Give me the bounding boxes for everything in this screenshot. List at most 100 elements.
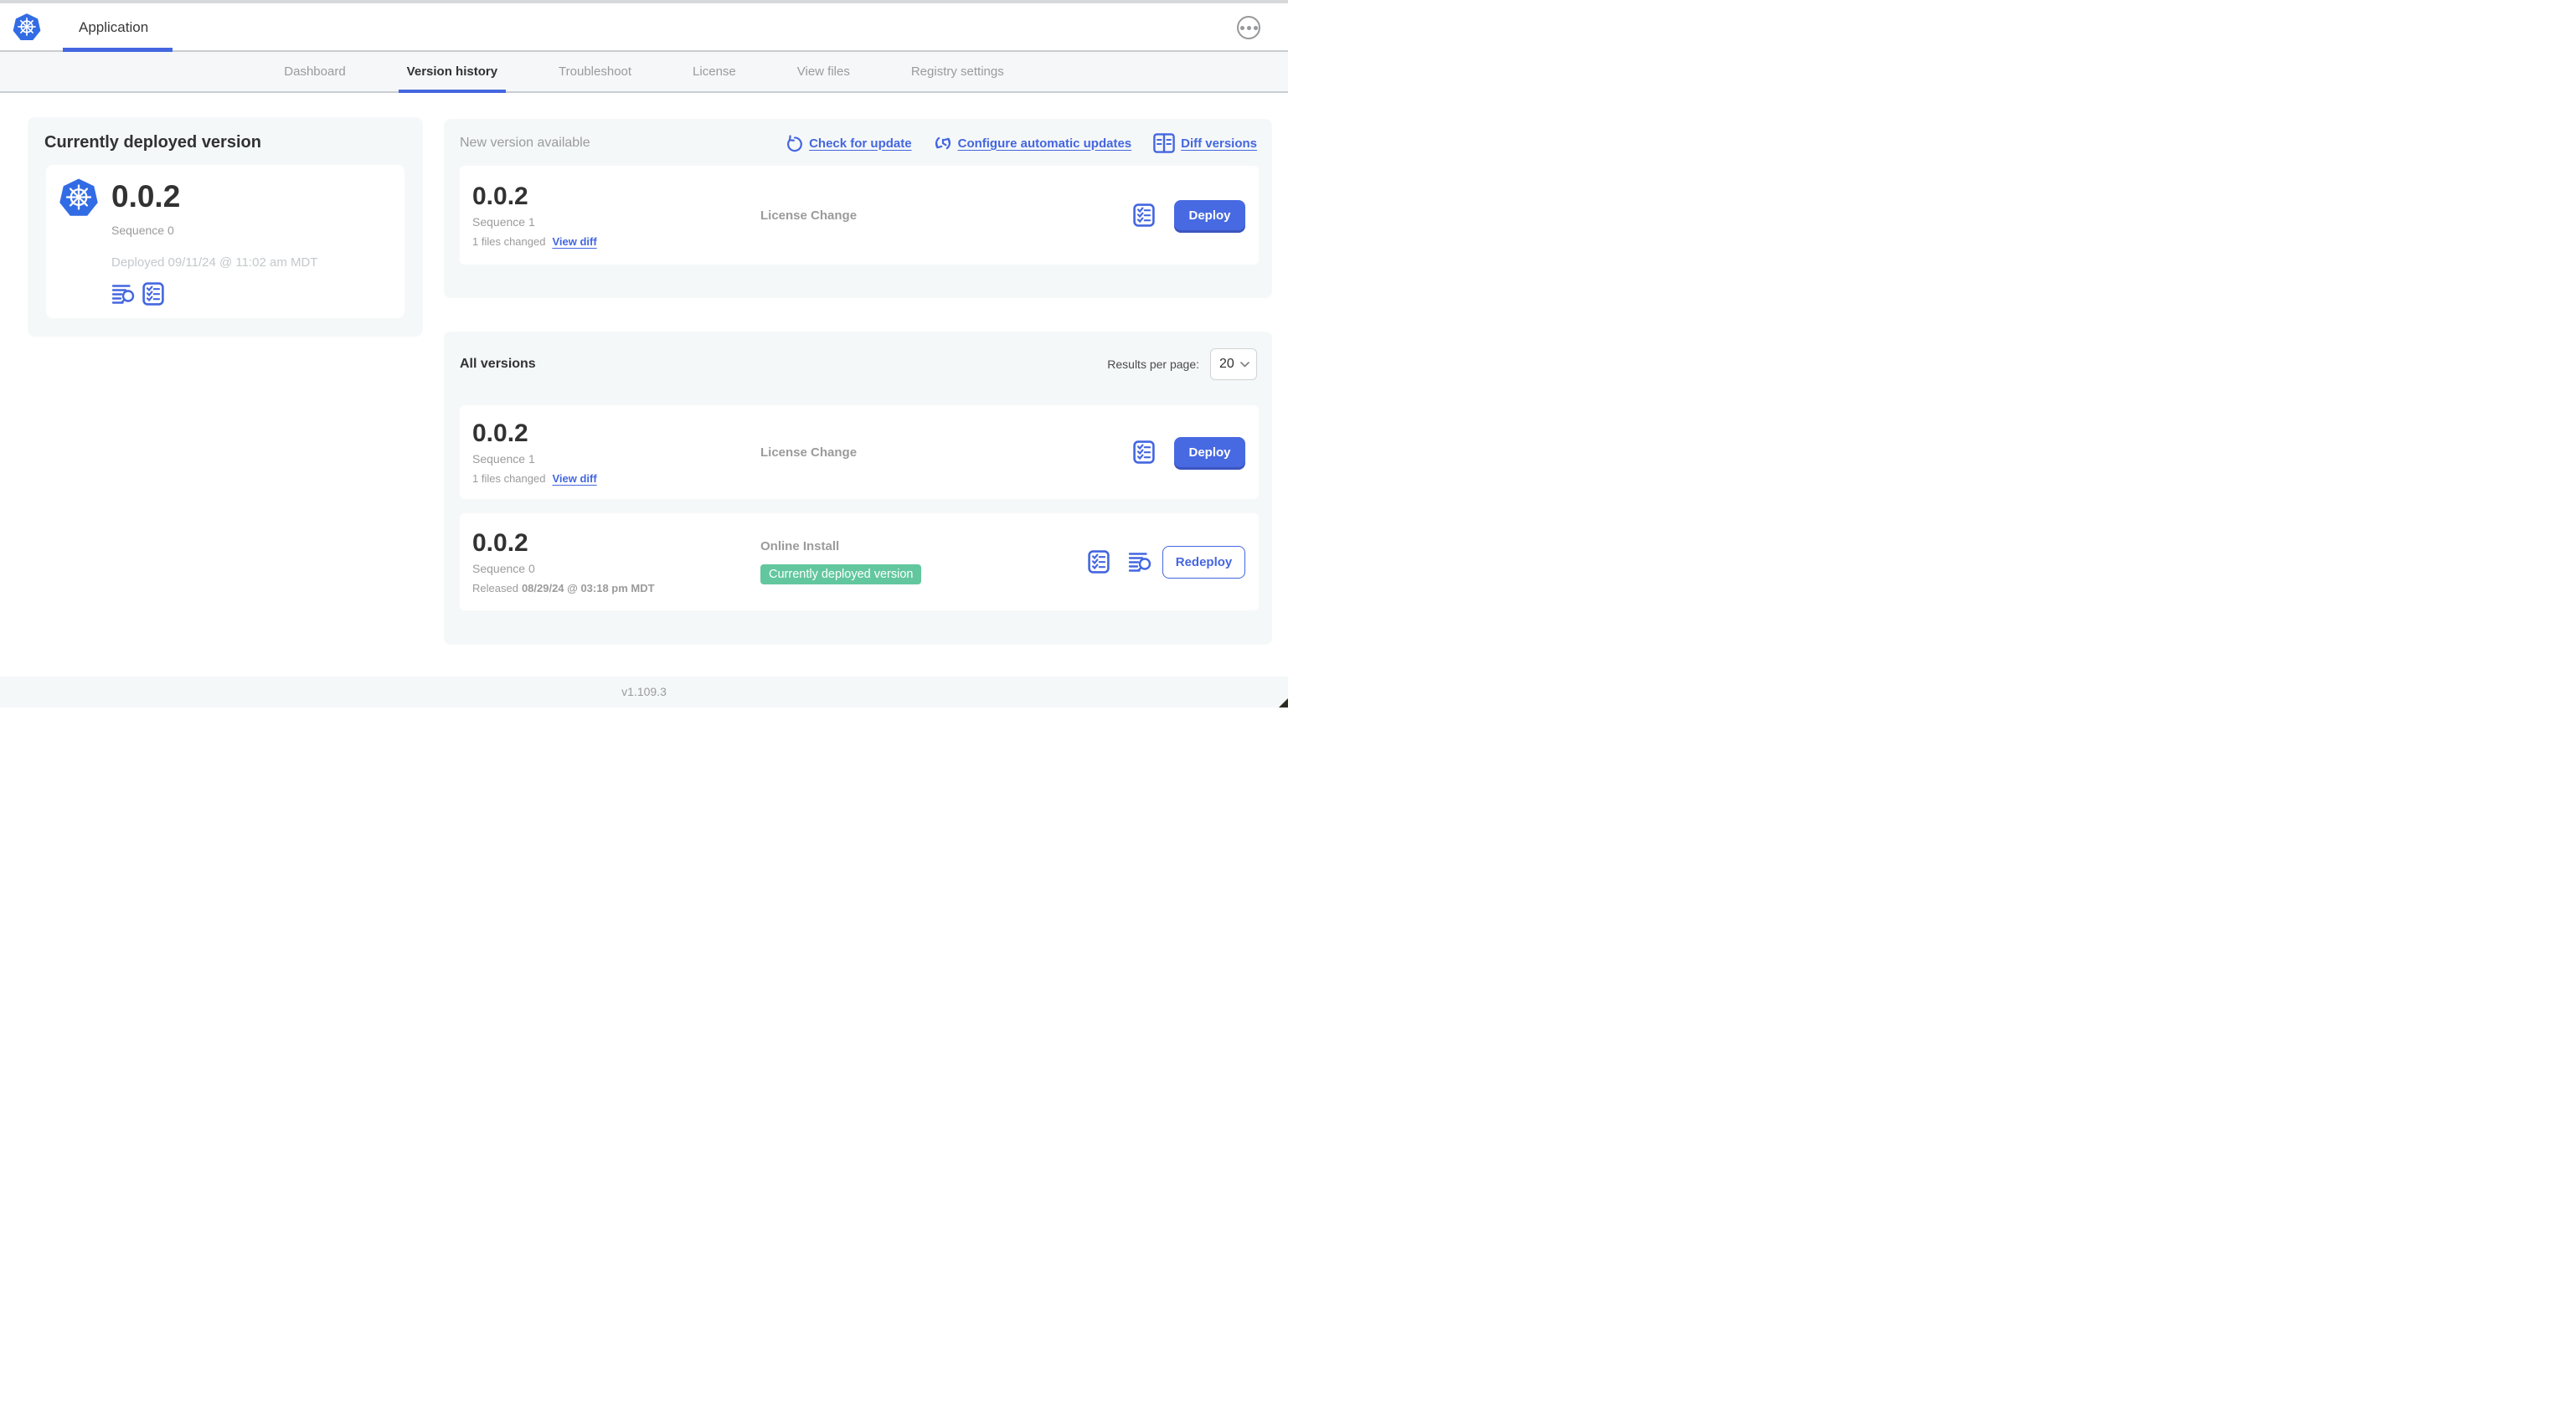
version-info: 0.0.2 Sequence 1 1 files changed View di… [472,419,760,485]
version-number: 0.0.2 [472,419,528,447]
new-version-row: 0.0.2 Sequence 1 1 files changed View di… [460,166,1259,265]
view-logs-button[interactable] [111,283,135,305]
source-label: License Change [760,445,858,460]
new-version-header: New version available Check for update C… [444,119,1272,153]
source-label: Online Install [760,539,840,553]
console-version: v1.109.3 [621,685,667,698]
schedule-update-icon [935,136,951,150]
view-diff-link[interactable]: View diff [552,235,596,248]
tab-version-history[interactable]: Version history [398,52,507,93]
new-version-title: New version available [460,136,590,150]
row-actions: Deploy [1133,200,1245,230]
results-per-page: Results per page: 20 [1107,348,1257,380]
version-source: License Change [760,208,1133,223]
results-per-page-value: 20 [1219,357,1234,371]
deployed-timestamp: Deployed 09/11/24 @ 11:02 am MDT [111,255,318,270]
deployed-version-info: 0.0.2 Sequence 0 Deployed 09/11/24 @ 11:… [111,175,317,308]
tab-label: Registry settings [910,64,1004,79]
diff-versions-label: Diff versions [1181,136,1257,151]
released-date: 08/29/24 @ 03:18 pm MDT [521,582,655,594]
tab-label: Version history [406,64,498,79]
source-label: License Change [760,208,858,223]
deploy-button[interactable]: Deploy [1174,437,1245,467]
all-versions-header: All versions Results per page: 20 [444,332,1272,380]
deployed-sequence: Sequence 0 [111,223,174,237]
released-timestamp: Released 08/29/24 @ 03:18 pm MDT [472,582,760,594]
version-sequence: Sequence 0 [472,562,535,575]
redeploy-button[interactable]: Redeploy [1162,545,1245,579]
version-row-sequence-0: 0.0.2 Sequence 0 Released 08/29/24 @ 03:1… [460,513,1259,610]
version-sequence: Sequence 1 [472,215,535,229]
mouse-cursor [1279,698,1288,708]
row-actions: Deploy [1133,437,1245,467]
tab-registry-settings[interactable]: Registry settings [911,52,1004,91]
diff-icon [1153,133,1175,153]
configure-automatic-updates-link[interactable]: Configure automatic updates [934,134,1132,152]
version-number: 0.0.2 [472,529,528,557]
console-footer: v1.109.3 [0,677,1288,708]
new-version-section: New version available Check for update C… [444,119,1272,298]
refresh-icon [787,134,802,152]
kubernetes-app-icon [12,13,42,41]
version-info: 0.0.2 Sequence 1 1 files changed View di… [472,183,760,248]
release-notes-button[interactable] [142,281,164,306]
release-notes-icon [142,281,164,306]
version-row-sequence-1: 0.0.2 Sequence 1 1 files changed View di… [460,405,1259,499]
view-logs-button[interactable] [1128,551,1151,573]
update-actions: Check for update Configure automatic upd… [786,133,1257,153]
logs-icon [1128,553,1151,572]
deployed-actions [111,281,317,306]
tab-label: License [693,64,736,79]
all-versions-section: All versions Results per page: 20 0.0.2 … [444,332,1272,645]
release-notes-icon [1088,550,1110,574]
currently-deployed-title: Currently deployed version [44,133,261,152]
app-tab-application[interactable]: Application [63,3,173,52]
deployed-version-number: 0.0.2 [111,179,181,214]
release-notes-button[interactable] [1088,550,1110,574]
version-source: Online Install Currently deployed versio… [760,539,1088,584]
version-history-page: Currently deployed version 0.0.2 Sequenc… [0,93,1288,677]
tab-label: Dashboard [284,64,346,79]
check-for-update-label: Check for update [809,136,912,151]
files-changed-count: 1 files changed [472,472,546,485]
active-app-tab-underline [63,48,173,52]
release-notes-icon [1133,440,1155,464]
files-changed-count: 1 files changed [472,235,546,248]
kubernetes-app-icon [59,178,99,217]
all-versions-title: All versions [460,357,536,371]
app-header: Application [0,3,1288,52]
row-actions: Redeploy [1088,545,1245,579]
configure-automatic-updates-label: Configure automatic updates [957,136,1132,151]
version-number: 0.0.2 [472,183,528,210]
tab-label: View files [796,64,850,79]
console-nav: Dashboard Version history Troubleshoot L… [0,52,1288,93]
chevron-down-icon [1240,361,1249,368]
release-notes-icon [1133,203,1155,227]
files-changed-line: 1 files changed View diff [472,472,760,485]
version-sequence: Sequence 1 [472,452,535,466]
more-options-button[interactable] [1237,16,1260,39]
version-source: License Change [760,445,1133,460]
diff-versions-link[interactable]: Diff versions [1153,133,1257,153]
release-notes-button[interactable] [1133,440,1155,464]
deploy-button[interactable]: Deploy [1174,200,1245,230]
release-notes-button[interactable] [1133,203,1155,227]
currently-deployed-card: 0.0.2 Sequence 0 Deployed 09/11/24 @ 11:… [46,165,404,318]
tab-license[interactable]: License [693,52,736,91]
ellipsis-icon [1239,25,1258,30]
version-info: 0.0.2 Sequence 0 Released 08/29/24 @ 03:1… [472,529,760,594]
app-tab-label: Application [79,19,149,35]
tab-troubleshoot[interactable]: Troubleshoot [559,52,631,91]
files-changed-line: 1 files changed View diff [472,235,760,248]
tab-view-files[interactable]: View files [797,52,850,91]
tab-label: Troubleshoot [559,64,632,79]
check-for-update-link[interactable]: Check for update [786,134,912,152]
results-per-page-select[interactable]: 20 [1210,348,1257,380]
results-per-page-label: Results per page: [1107,358,1199,371]
view-diff-link[interactable]: View diff [552,472,596,485]
logs-icon [111,284,135,304]
released-label: Released [472,582,518,594]
currently-deployed-badge: Currently deployed version [760,564,922,584]
tab-dashboard[interactable]: Dashboard [284,52,345,91]
kots-admin-console: Application Dashboard Version history Tr… [0,0,1288,708]
